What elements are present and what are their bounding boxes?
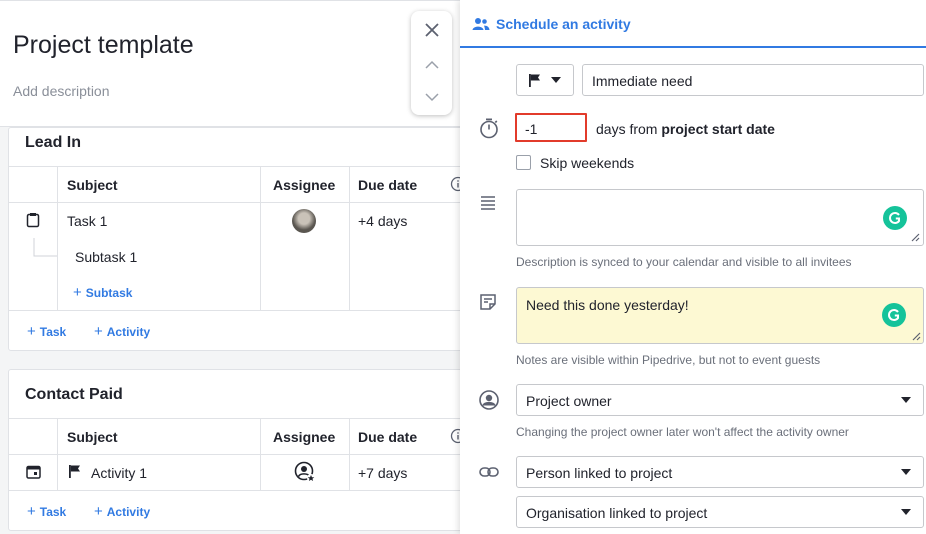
- description-textarea[interactable]: [516, 189, 924, 246]
- add-task-button[interactable]: + Task: [27, 323, 66, 340]
- description-hint: Description is synced to your calendar a…: [516, 255, 852, 269]
- user-star-icon[interactable]: [294, 461, 316, 488]
- flag-icon: [68, 464, 82, 484]
- chevron-down-icon: [901, 509, 911, 515]
- note-hint: Notes are visible within Pipedrive, but …: [516, 353, 821, 367]
- column-assignee: Assignee: [273, 429, 336, 445]
- note-icon: [478, 292, 500, 314]
- user-circle-icon: [478, 389, 500, 411]
- task-1-due[interactable]: +4 days: [358, 213, 407, 229]
- avatar[interactable]: [292, 209, 316, 233]
- task-1-subject[interactable]: Task 1: [67, 213, 107, 229]
- owner-select-value: Project owner: [526, 393, 612, 409]
- chevron-down-icon[interactable]: [411, 89, 452, 110]
- people-icon: [472, 16, 490, 37]
- chevron-down-icon: [901, 397, 911, 403]
- column-subject: Subject: [67, 177, 118, 193]
- section-contact-paid: Contact Paid Subject Assignee Due date A…: [8, 369, 468, 531]
- offset-prefix: days from: [596, 121, 658, 137]
- lines-icon: [478, 193, 500, 215]
- section-title: Contact Paid: [25, 386, 123, 403]
- column-subject: Subject: [67, 429, 118, 445]
- project-header: Project template Add description: [0, 1, 460, 127]
- owner-select[interactable]: Project owner: [516, 384, 924, 416]
- resize-handle[interactable]: [908, 230, 920, 242]
- skip-weekends-checkbox[interactable]: [516, 155, 531, 170]
- clipboard-icon: [26, 212, 40, 233]
- chevron-down-icon: [551, 77, 561, 83]
- resize-handle[interactable]: [909, 329, 921, 341]
- skip-weekends-label[interactable]: Skip weekends: [540, 155, 634, 171]
- activity-1-due[interactable]: +7 days: [358, 465, 407, 481]
- section-title: Lead In: [25, 134, 82, 151]
- description-placeholder[interactable]: Add description: [13, 83, 110, 99]
- column-due-date: Due date: [358, 429, 418, 445]
- days-offset-input[interactable]: -1: [515, 113, 587, 142]
- subject-input[interactable]: Immediate need: [582, 64, 924, 96]
- tab-label: Schedule an activity: [496, 16, 631, 32]
- section-lead-in: Lead In Subject Assignee Due date Task 1…: [8, 127, 468, 351]
- offset-anchor: project start date: [661, 121, 775, 137]
- timer-icon: [478, 117, 500, 139]
- calendar-icon: [26, 464, 41, 484]
- person-select-value: Person linked to project: [526, 465, 673, 481]
- activity-1-subject[interactable]: Activity 1: [91, 465, 147, 481]
- offset-description: days from project start date: [596, 121, 775, 137]
- schedule-activity-panel: Schedule an activity Immediate need -1 d…: [460, 0, 926, 534]
- column-due-date: Due date: [358, 177, 418, 193]
- add-task-button[interactable]: + Task: [27, 503, 66, 520]
- subtask-1-subject[interactable]: Subtask 1: [75, 249, 137, 265]
- owner-hint: Changing the project owner later won't a…: [516, 425, 849, 439]
- flag-icon: [528, 73, 542, 91]
- chevron-up-icon[interactable]: [411, 57, 452, 78]
- chevron-down-icon: [901, 469, 911, 475]
- link-icon: [478, 461, 500, 483]
- subtask-connector: [33, 238, 57, 257]
- navigation-controls: [411, 11, 452, 115]
- project-template-pane: Project template Add description Lead In…: [0, 0, 468, 534]
- close-icon[interactable]: [411, 21, 452, 44]
- page-title[interactable]: Project template: [13, 31, 194, 60]
- add-subtask-button[interactable]: + Subtask: [73, 284, 132, 301]
- tab-schedule-activity[interactable]: Schedule an activity: [460, 0, 926, 48]
- note-textarea[interactable]: Need this done yesterday!: [516, 287, 924, 344]
- add-activity-button[interactable]: + Activity: [94, 503, 150, 520]
- organisation-select-value: Organisation linked to project: [526, 505, 708, 521]
- organisation-select[interactable]: Organisation linked to project: [516, 496, 924, 528]
- column-assignee: Assignee: [273, 177, 336, 193]
- person-select[interactable]: Person linked to project: [516, 456, 924, 488]
- add-activity-button[interactable]: + Activity: [94, 323, 150, 340]
- activity-type-select[interactable]: [516, 64, 574, 96]
- grammarly-icon[interactable]: [882, 303, 906, 327]
- grammarly-icon[interactable]: [883, 206, 907, 230]
